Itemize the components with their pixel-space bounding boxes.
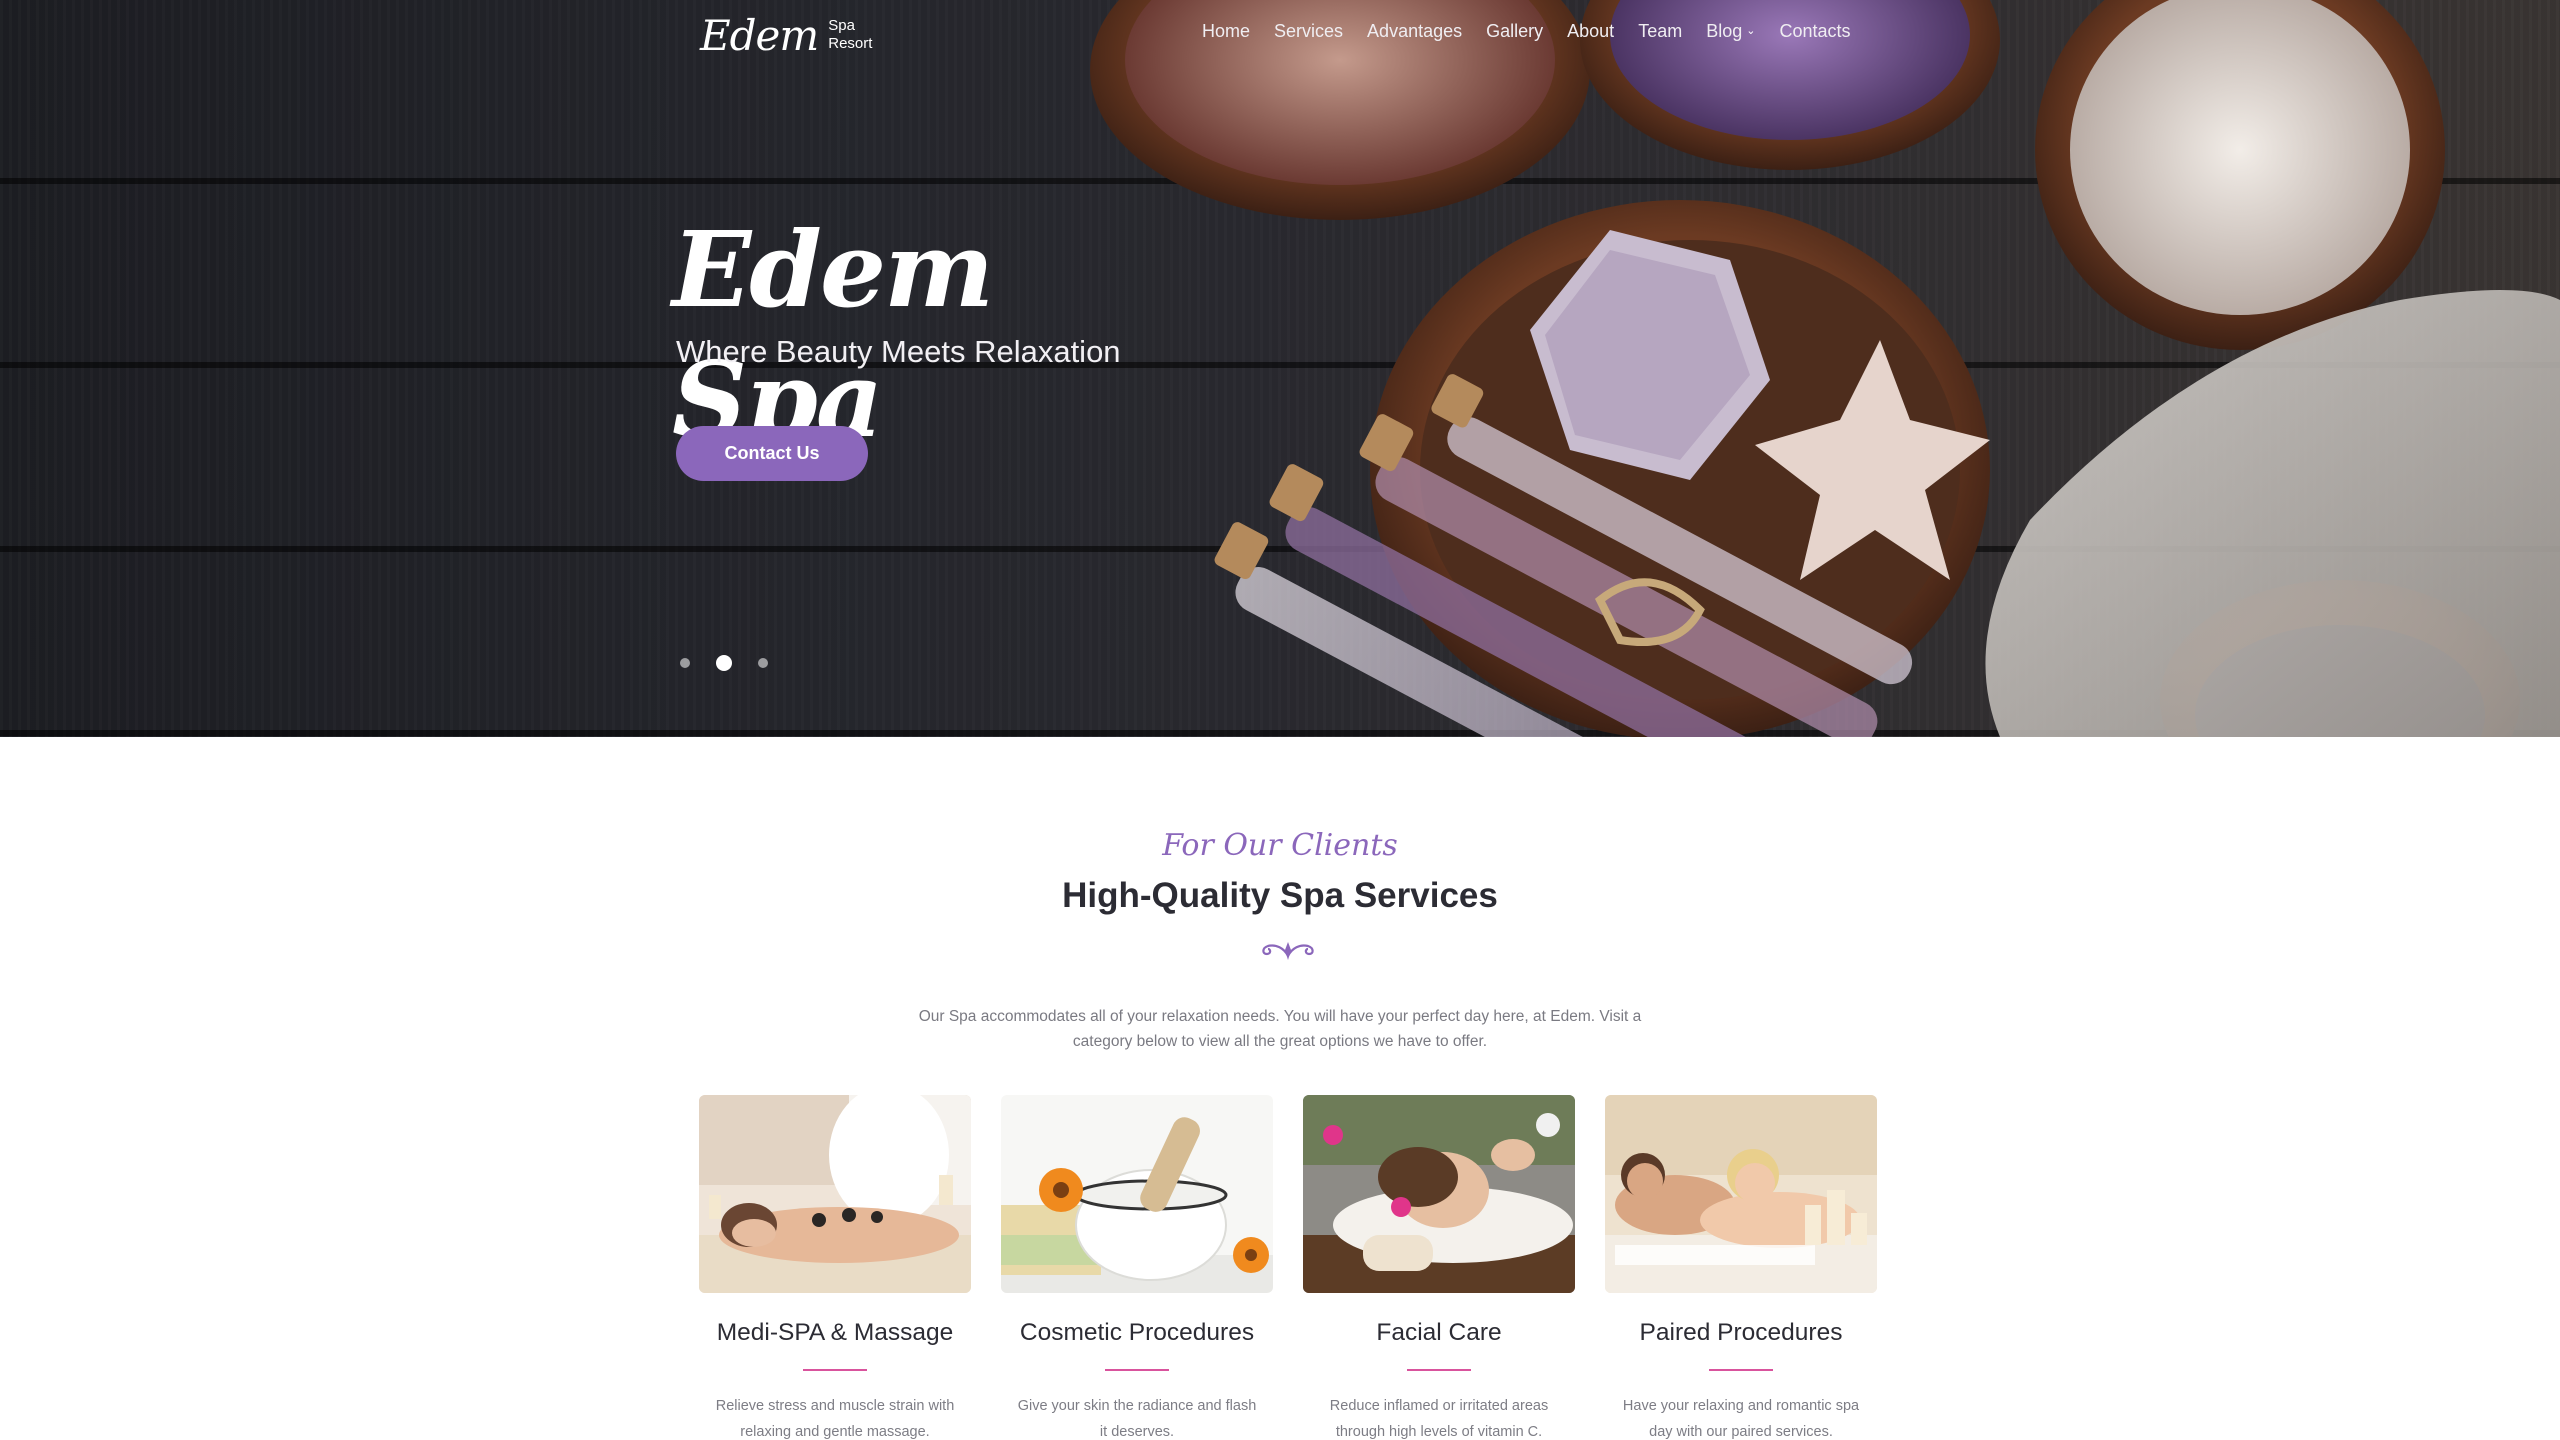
hero-background-photo	[1090, 0, 2560, 737]
nav-gallery-label: Gallery	[1486, 21, 1544, 41]
nav-advantages[interactable]: Advantages	[1355, 16, 1474, 46]
nav-contacts-label: Contacts	[1779, 21, 1851, 41]
nav-blog[interactable]: Blog ⌄	[1694, 16, 1767, 46]
service-card-facial[interactable]: Facial Care Reduce inflamed or irritated…	[1303, 1095, 1575, 1440]
services-cards: Medi-SPA & Massage Relieve stress and mu…	[699, 1095, 1879, 1440]
service-card-description: Reduce inflamed or irritated areas throu…	[1329, 1398, 1549, 1440]
nav-advantages-label: Advantages	[1367, 21, 1463, 41]
flourish-ornament-icon	[1262, 942, 1314, 960]
service-card-description: Relieve stress and muscle strain with re…	[715, 1398, 955, 1440]
nav-team[interactable]: Team	[1626, 16, 1694, 46]
facial-care-photo	[1303, 1095, 1575, 1293]
nav-services[interactable]: Services	[1262, 16, 1355, 46]
title-divider	[803, 1369, 867, 1371]
title-divider	[1709, 1369, 1773, 1371]
title-divider	[1407, 1369, 1471, 1371]
service-card-description: Have your relaxing and romantic spa day …	[1622, 1398, 1860, 1440]
nav-services-label: Services	[1274, 21, 1344, 41]
hero-title: Edem Spa	[672, 208, 994, 461]
nav-home[interactable]: Home	[1190, 16, 1262, 46]
service-card-cosmetic[interactable]: Cosmetic Procedures Give your skin the r…	[1001, 1095, 1273, 1440]
logo-subtitle-line2: Resort	[828, 35, 873, 52]
nav-contacts[interactable]: Contacts	[1767, 16, 1862, 46]
slider-dot-1[interactable]	[680, 658, 690, 668]
paired-procedures-photo	[1605, 1095, 1877, 1293]
cosmetic-photo	[1001, 1095, 1273, 1293]
slider-pagination	[680, 655, 768, 671]
massage-photo	[699, 1095, 971, 1293]
title-divider	[1105, 1369, 1169, 1371]
service-card-title: Paired Procedures	[1639, 1319, 1843, 1346]
slider-dot-2-active[interactable]	[716, 655, 732, 671]
service-card-massage[interactable]: Medi-SPA & Massage Relieve stress and mu…	[699, 1095, 971, 1440]
section-intro: Our Spa accommodates all of your relaxat…	[918, 1008, 1642, 1050]
nav-about[interactable]: About	[1555, 16, 1626, 46]
nav-team-label: Team	[1638, 21, 1683, 41]
section-title: High-Quality Spa Services	[1062, 876, 1498, 915]
service-card-paired[interactable]: Paired Procedures Have your relaxing and…	[1605, 1095, 1877, 1440]
slider-dot-3[interactable]	[758, 658, 768, 668]
service-card-description: Give your skin the radiance and flash it…	[1017, 1398, 1257, 1440]
nav-blog-label: Blog	[1706, 21, 1743, 41]
nav-about-label: About	[1567, 21, 1615, 41]
service-card-title: Facial Care	[1376, 1319, 1502, 1346]
logo-wordmark: Edem	[700, 10, 819, 60]
service-card-title: Cosmetic Procedures	[1019, 1319, 1255, 1346]
nav-home-label: Home	[1202, 21, 1251, 41]
site-logo[interactable]: Edem Spa Resort	[700, 10, 872, 60]
hero-slider: Edem Spa Resort Home Services Advantages…	[0, 0, 2560, 737]
chevron-down-icon: ⌄	[1746, 25, 1756, 37]
service-card-title: Medi-SPA & Massage	[716, 1319, 954, 1346]
logo-subtitle: Spa Resort	[828, 17, 872, 53]
main-navigation: Home Services Advantages Gallery About T…	[1190, 16, 1863, 46]
section-eyebrow: For Our Clients	[1162, 828, 1398, 863]
logo-subtitle-line1: Spa	[828, 17, 855, 34]
hero-tagline: Where Beauty Meets Relaxation	[676, 334, 1121, 369]
nav-gallery[interactable]: Gallery	[1474, 16, 1555, 46]
contact-us-button[interactable]: Contact Us	[676, 426, 868, 481]
